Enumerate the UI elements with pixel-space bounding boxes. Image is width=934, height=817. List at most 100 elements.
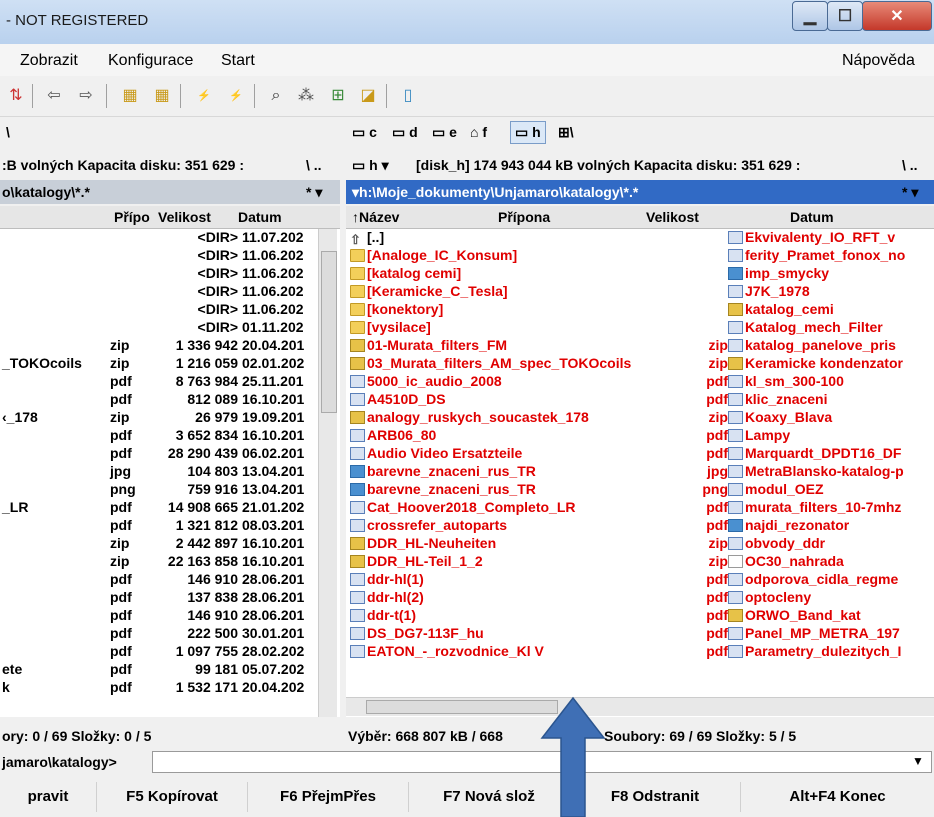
right-file-item-col2[interactable]: imp_smycky — [728, 265, 829, 281]
right-file-item-col2[interactable]: optocleny — [728, 589, 811, 605]
right-file-item[interactable]: [konektory] — [350, 301, 443, 317]
left-file-row[interactable]: ete pdf 99 181 05.07.202 — [0, 661, 340, 679]
left-col-date[interactable]: Datum — [238, 209, 282, 225]
right-file-item-col2[interactable]: Katalog_mech_Filter — [728, 319, 883, 335]
right-file-item-col2[interactable]: modul_OEZ — [728, 481, 824, 497]
unpack-icon[interactable]: ▦ — [152, 86, 172, 106]
compare-icon[interactable]: ◪ — [358, 86, 378, 106]
right-file-item-col2[interactable]: Marquardt_DPDT16_DF — [728, 445, 901, 461]
menu-napoveda[interactable]: Nápověda — [842, 52, 915, 70]
right-file-item-col2[interactable]: katalog_cemi — [728, 301, 834, 317]
left-root-button[interactable]: \ — [6, 124, 10, 140]
right-file-item[interactable]: [vysilace] — [350, 319, 431, 335]
right-file-item[interactable]: [Keramicke_C_Tesla] — [350, 283, 508, 299]
right-file-item-col2[interactable]: ferity_Pramet_fonox_no — [728, 247, 905, 263]
drive-e-button[interactable]: ▭ e — [432, 124, 457, 141]
fkey-edit[interactable]: pravit — [0, 782, 97, 812]
right-file-item-col2[interactable]: kl_sm_300-100 — [728, 373, 844, 389]
menu-start[interactable]: Start — [221, 52, 255, 70]
drive-d-button[interactable]: ▭ d — [392, 124, 418, 141]
left-file-row[interactable]: pdf 146 910 28.06.201 — [0, 607, 340, 625]
right-file-item[interactable]: 01-Murata_filters_FM — [350, 337, 507, 353]
left-file-row[interactable]: ‹_178 zip 26 979 19.09.201 — [0, 409, 340, 427]
right-file-item[interactable]: ddr-hl(2) — [350, 589, 424, 605]
sync-icon[interactable]: ⊞ — [328, 86, 348, 106]
drive-h-button[interactable]: ▭ h — [510, 121, 546, 144]
right-file-item-col2[interactable]: Ekvivalenty_IO_RFT_v — [728, 229, 895, 245]
ftp-icon[interactable]: ⚡ — [194, 86, 214, 106]
right-file-item-col2[interactable]: OC30_nahrada — [728, 553, 844, 569]
left-file-row[interactable]: _LR pdf 14 908 665 21.01.202 — [0, 499, 340, 517]
left-file-row[interactable]: zip 1 336 942 20.04.201 — [0, 337, 340, 355]
left-file-row[interactable]: pdf 28 290 439 06.02.201 — [0, 445, 340, 463]
sort-icon[interactable]: ⇅ — [6, 86, 26, 106]
back-icon[interactable]: ⇦ — [44, 86, 64, 106]
right-file-item[interactable]: ddr-hl(1) — [350, 571, 424, 587]
left-file-row[interactable]: pdf 1 321 812 08.03.201 — [0, 517, 340, 535]
right-file-item[interactable]: barevne_znaceni_rus_TR — [350, 463, 536, 479]
right-file-item-col2[interactable]: Koaxy_Blava — [728, 409, 832, 425]
network-drive-button[interactable]: ⊞\ — [558, 124, 574, 141]
right-file-item-col2[interactable]: murata_filters_10-7mhz — [728, 499, 901, 515]
right-file-item-col2[interactable]: klic_znaceni — [728, 391, 828, 407]
right-file-item-col2[interactable]: odporova_cidla_regme — [728, 571, 898, 587]
left-col-size[interactable]: Velikost — [158, 209, 211, 225]
right-file-item-col2[interactable]: Parametry_dulezitych_I — [728, 643, 901, 659]
left-scroll-thumb[interactable] — [321, 251, 337, 413]
notepad-icon[interactable]: ▯ — [398, 86, 418, 106]
right-file-item[interactable]: [Analoge_IC_Konsum] — [350, 247, 517, 263]
right-file-item-col2[interactable]: najdi_rezonator — [728, 517, 849, 533]
right-col-ext[interactable]: Přípona — [498, 209, 550, 225]
left-file-row[interactable]: pdf 3 652 834 16.10.201 — [0, 427, 340, 445]
search-icon[interactable]: ⌕ — [266, 86, 286, 106]
right-file-list[interactable]: ⇧ [..] Ekvivalenty_IO_RFT_v [Analoge_IC_Kon… — [346, 229, 934, 717]
right-file-item[interactable]: ddr-t(1) — [350, 607, 416, 623]
right-file-item-col2[interactable]: obvody_ddr — [728, 535, 825, 551]
right-file-item[interactable]: ARB06_80 — [350, 427, 436, 443]
left-file-row[interactable]: pdf 137 838 28.06.201 — [0, 589, 340, 607]
right-file-item[interactable]: 5000_ic_audio_2008 — [350, 373, 502, 389]
pack-icon[interactable]: ▦ — [120, 86, 140, 106]
right-hscrollbar[interactable] — [346, 697, 934, 716]
left-file-row[interactable]: _TOKOcoils zip 1 216 059 02.01.202 — [0, 355, 340, 373]
right-file-item-col2[interactable]: Keramicke kondenzator — [728, 355, 903, 371]
left-file-row[interactable]: zip 2 442 897 16.10.201 — [0, 535, 340, 553]
left-col-ext[interactable]: Přípo — [114, 209, 150, 225]
right-col-name[interactable]: ↑Název — [352, 209, 399, 225]
right-file-item[interactable]: DDR_HL-Teil_1_2 — [350, 553, 483, 569]
url-icon[interactable]: ⚡ — [226, 86, 246, 106]
right-file-item[interactable]: crossrefer_autoparts — [350, 517, 507, 533]
left-file-row[interactable]: pdf 146 910 28.06.201 — [0, 571, 340, 589]
right-file-item-col2[interactable]: MetraBlansko-katalog-p — [728, 463, 904, 479]
right-col-size[interactable]: Velikost — [646, 209, 699, 225]
right-file-item[interactable]: barevne_znaceni_rus_TR — [350, 481, 536, 497]
right-root-small[interactable]: \ .. — [902, 157, 918, 173]
forward-icon[interactable]: ⇨ — [76, 86, 96, 106]
drive-f-button[interactable]: ⌂ f — [470, 124, 487, 140]
right-filter[interactable]: * ▾ — [902, 184, 918, 201]
left-file-row[interactable]: png 759 916 13.04.201 — [0, 481, 340, 499]
fkey-move[interactable]: F6 PřejmPřes — [248, 782, 409, 812]
right-file-item[interactable]: A4510D_DS — [350, 391, 446, 407]
left-path-bar[interactable]: o\katalogy\*.* * ▾ — [0, 180, 340, 204]
fkey-exit[interactable]: Alt+F4 Konec — [741, 782, 934, 812]
menu-konfigurace[interactable]: Konfigurace — [108, 52, 193, 70]
right-file-item-col2[interactable]: Panel_MP_METRA_197 — [728, 625, 900, 641]
right-file-item[interactable]: Audio Video Ersatzteile — [350, 445, 522, 461]
left-file-row[interactable]: pdf 1 097 755 28.02.202 — [0, 643, 340, 661]
menu-zobrazit[interactable]: Zobrazit — [20, 52, 78, 70]
right-file-item-col2[interactable]: Lampy — [728, 427, 790, 443]
right-file-item[interactable]: DS_DG7-113F_hu — [350, 625, 484, 641]
left-file-row[interactable]: pdf 812 089 16.10.201 — [0, 391, 340, 409]
left-file-row[interactable]: <DIR> 11.07.202 — [0, 229, 340, 247]
rename-icon[interactable]: ⁂ — [296, 86, 316, 106]
left-file-row[interactable]: <DIR> 11.06.202 — [0, 265, 340, 283]
right-path-bar[interactable]: ▾h:\Moje_dokumenty\Unjamaro\katalogy\*.*… — [346, 180, 934, 204]
left-file-row[interactable]: <DIR> 11.06.202 — [0, 301, 340, 319]
left-file-row[interactable]: <DIR> 01.11.202 — [0, 319, 340, 337]
maximize-button[interactable]: ☐ — [827, 1, 863, 31]
left-file-row[interactable]: zip 22 163 858 16.10.201 — [0, 553, 340, 571]
right-col-date[interactable]: Datum — [790, 209, 834, 225]
right-file-item-col2[interactable]: J7K_1978 — [728, 283, 810, 299]
left-file-row[interactable]: <DIR> 11.06.202 — [0, 247, 340, 265]
